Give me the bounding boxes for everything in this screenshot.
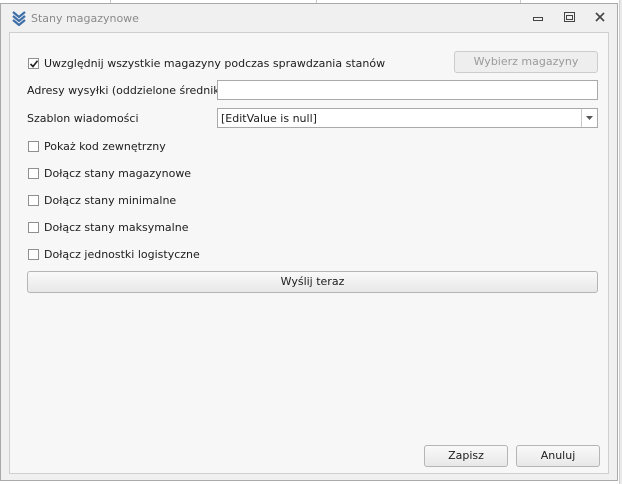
include-all-warehouses-checkbox[interactable]: Uwzględnij wszystkie magazyny podczas sp…: [28, 56, 385, 70]
save-button[interactable]: Zapisz: [424, 445, 508, 467]
checkbox-label: Pokaż kod zewnętrzny: [44, 139, 166, 153]
include-maximum-stock-checkbox[interactable]: Dołącz stany maksymalne: [28, 220, 188, 234]
checkbox-label: Dołącz stany maksymalne: [44, 220, 189, 234]
checkbox-box[interactable]: [28, 221, 39, 233]
show-external-code-checkbox[interactable]: Pokaż kod zewnętrzny: [28, 139, 166, 153]
checkbox-box[interactable]: [28, 248, 39, 260]
chevron-down-icon: [586, 116, 593, 120]
restore-icon: [563, 12, 575, 22]
include-minimum-stock-checkbox[interactable]: Dołącz stany minimalne: [28, 193, 176, 207]
shipping-addresses-label: Adresy wysyłki (oddzielone średnikiem): [27, 84, 245, 97]
minimize-button[interactable]: [529, 10, 547, 26]
checkbox-box[interactable]: [28, 194, 39, 206]
restore-button[interactable]: [560, 10, 578, 26]
title-bar[interactable]: Stany magazynowe: [1, 4, 617, 32]
close-button[interactable]: [591, 10, 609, 26]
checkbox-label: Dołącz jednostki logistyczne: [44, 247, 200, 261]
message-template-value: [EditValue is null]: [221, 112, 317, 125]
checkbox-box[interactable]: [28, 140, 39, 152]
checkbox-box[interactable]: [28, 167, 39, 179]
message-template-label: Szablon wiadomości: [27, 112, 139, 125]
shipping-addresses-input[interactable]: [217, 80, 598, 100]
message-template-combo[interactable]: [EditValue is null]: [217, 108, 598, 128]
close-icon: [595, 12, 605, 22]
content-panel: Uwzględnij wszystkie magazyny podczas sp…: [9, 32, 609, 474]
include-stock-levels-checkbox[interactable]: Dołącz stany magazynowe: [28, 166, 191, 180]
checkbox-label: Dołącz stany magazynowe: [44, 166, 192, 180]
dropdown-button[interactable]: [581, 109, 597, 127]
cancel-button[interactable]: Anuluj: [516, 445, 600, 467]
minimize-icon: [533, 17, 543, 21]
checkbox-box[interactable]: [28, 57, 39, 69]
checkmark-icon: [29, 59, 39, 68]
dialog-window: Stany magazynowe Uwzględnij wszystkie ma…: [0, 3, 618, 481]
window-title: Stany magazynowe: [31, 12, 139, 25]
send-now-button[interactable]: Wyślij teraz: [27, 271, 598, 293]
checkbox-label: Uwzględnij wszystkie magazyny podczas sp…: [44, 56, 386, 70]
checkbox-label: Dołącz stany minimalne: [44, 193, 177, 207]
include-logistic-units-checkbox[interactable]: Dołącz jednostki logistyczne: [28, 247, 200, 261]
app-chevrons-icon: [11, 10, 27, 27]
choose-warehouses-button[interactable]: Wybierz magazyny: [454, 51, 598, 73]
